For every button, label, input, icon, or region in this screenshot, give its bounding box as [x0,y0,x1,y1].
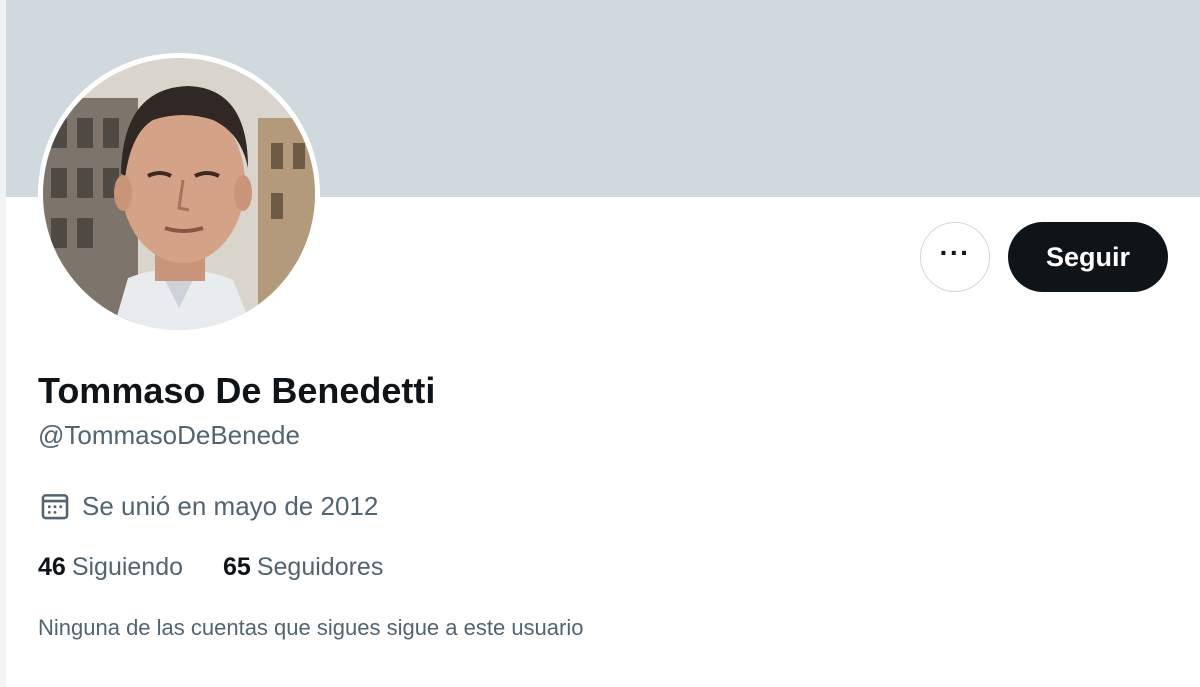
more-horizontal-icon: ··· [939,237,971,268]
calendar-icon [41,494,69,520]
joined-text: Se unió en mayo de 2012 [82,490,379,521]
follow-button[interactable]: Seguir [1008,222,1168,292]
following-count: 46 [38,553,66,581]
followers-count: 65 [223,553,251,581]
followers-link[interactable]: 65 Seguidores [223,553,383,582]
display-name: Tommaso De Benedetti [38,370,436,411]
avatar-photo [43,58,315,330]
user-handle: @TommasoDeBenede [38,420,300,450]
followers-label: Seguidores [256,553,384,581]
following-link[interactable]: 46 Siguiendo [38,553,183,582]
profile-avatar[interactable] [38,53,320,335]
following-label: Siguiendo [71,553,184,581]
profile-stats: 46 Siguiendo 65 Seguidores [38,553,423,582]
profile-page: ··· Seguir Tommaso De Benedetti @Tommaso… [0,0,1200,687]
followers-you-know-note: Ninguna de las cuentas que sigues sigue … [38,615,584,640]
more-options-button[interactable]: ··· [920,222,990,292]
joined-date: Se unió en mayo de 2012 [38,489,378,523]
